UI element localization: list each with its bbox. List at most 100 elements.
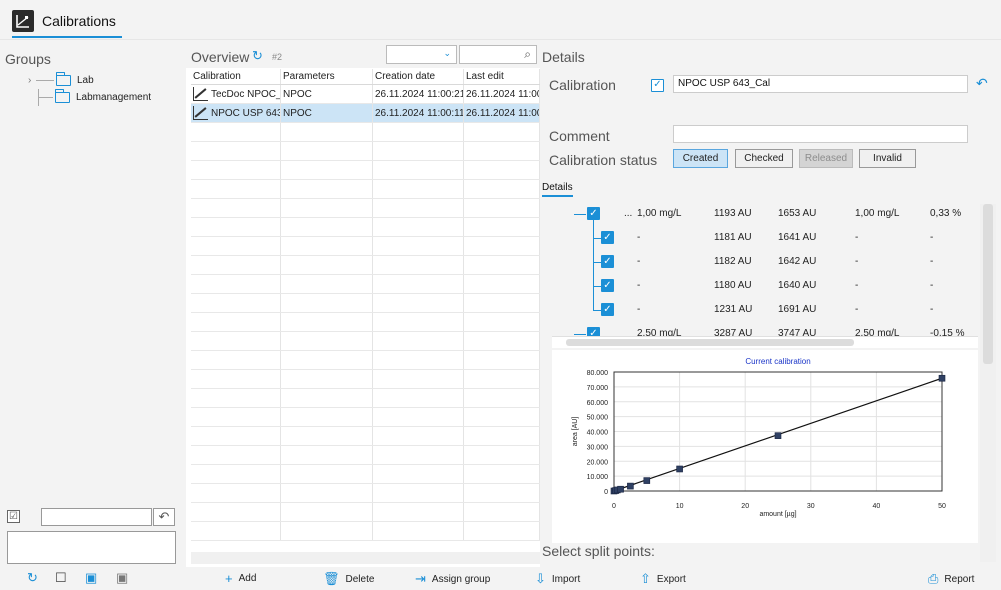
empty-row xyxy=(191,351,540,370)
data-point xyxy=(938,374,946,382)
table-row-selected[interactable]: NPOC USP 643... NPOC 26.11.2024 11:00:11… xyxy=(191,104,540,123)
group-checkbox[interactable]: ☑ xyxy=(7,510,20,523)
details-cell: 1641 AU xyxy=(778,232,817,243)
empty-cell xyxy=(373,180,464,198)
table-header: Calibration Parameters Creation date Las… xyxy=(191,69,540,85)
import-button[interactable]: ⇩ Import xyxy=(535,571,580,587)
empty-cell xyxy=(191,275,281,293)
details-cell: - xyxy=(855,232,859,243)
delete-button[interactable]: 🗑 Delete xyxy=(323,571,374,587)
import-icon: ⇩ xyxy=(535,571,546,586)
calibration-name-field[interactable]: NPOC USP 643_Cal xyxy=(673,75,968,93)
empty-cell xyxy=(464,465,540,483)
empty-cell xyxy=(191,389,281,407)
chevron-right-icon[interactable]: › xyxy=(28,75,36,86)
scroll-thumb[interactable] xyxy=(566,339,854,346)
empty-cell xyxy=(464,161,540,179)
refresh-icon[interactable]: ↻ xyxy=(252,48,263,64)
details-cell: ... xyxy=(624,208,633,219)
empty-row xyxy=(191,142,540,161)
scroll-thumb[interactable] xyxy=(983,204,993,364)
tree-item-lab[interactable]: › Lab xyxy=(28,72,151,89)
details-cell: 1181 AU xyxy=(714,232,752,243)
calibration-checkbox[interactable]: ✓ xyxy=(651,79,664,92)
x-tick-label: 20 xyxy=(741,503,749,510)
export-icon: ⇧ xyxy=(640,571,651,586)
row-checkbox[interactable]: ✓ xyxy=(601,255,614,268)
calibration-table: Calibration Parameters Creation date Las… xyxy=(191,69,540,547)
trash-icon: 🗑 xyxy=(323,571,340,586)
status-invalid-button[interactable]: Invalid xyxy=(859,149,916,168)
square-icon[interactable]: ☐ xyxy=(55,570,67,586)
y-axis-label: area [AU] xyxy=(572,417,579,447)
column-header-parameters[interactable]: Parameters xyxy=(281,69,373,84)
empty-cell xyxy=(373,256,464,274)
details-row[interactable]: ✓... 1,00 mg/L 1193 AU 1653 AU 1,00 mg/L 0,33… xyxy=(552,202,978,226)
column-header-last-edit[interactable]: Last edit xyxy=(464,69,540,84)
details-row[interactable]: ✓ - 1182 AU 1642 AU - - xyxy=(552,250,978,274)
tree-connector xyxy=(593,310,601,311)
details-vertical-scrollbar[interactable] xyxy=(980,204,996,562)
tab-details[interactable]: Details xyxy=(542,182,573,197)
tab-calibrations[interactable]: Calibrations xyxy=(12,6,122,38)
empty-cell xyxy=(464,313,540,331)
add-folder-icon[interactable]: ▣ xyxy=(85,570,97,586)
empty-row xyxy=(191,408,540,427)
empty-row xyxy=(191,218,540,237)
group-description-input[interactable] xyxy=(7,531,176,564)
cell-parameters: NPOC xyxy=(281,104,373,122)
row-checkbox[interactable]: ✓ xyxy=(601,231,614,244)
horizontal-scrollbar[interactable] xyxy=(191,552,540,564)
empty-cell xyxy=(464,142,540,160)
status-created-button[interactable]: Created xyxy=(673,149,728,168)
calibration-chart: Current calibration 0 10 20 30 40 50 0 10.000 20.… xyxy=(552,350,978,543)
comment-field[interactable] xyxy=(673,125,968,143)
tree-connector xyxy=(39,97,53,98)
empty-cell xyxy=(464,199,540,217)
empty-row xyxy=(191,180,540,199)
undo-icon[interactable]: ↶ xyxy=(976,75,988,92)
empty-cell xyxy=(281,332,373,350)
export-button[interactable]: ⇧ Export xyxy=(640,571,686,587)
filter-dropdown[interactable]: ⌄ xyxy=(386,45,457,64)
title-bar: Calibrations xyxy=(0,0,1001,40)
row-checkbox[interactable]: ✓ xyxy=(601,279,614,292)
folder-settings-icon[interactable]: ▣ xyxy=(116,570,128,586)
x-tick-label: 50 xyxy=(938,503,946,510)
cell-calibration: NPOC USP 643... xyxy=(191,104,281,122)
details-cell: 1182 AU xyxy=(714,256,752,267)
group-name-input[interactable] xyxy=(41,508,152,526)
search-input[interactable]: ⌕ xyxy=(459,45,537,64)
empty-cell xyxy=(191,237,281,255)
details-horizontal-scrollbar[interactable] xyxy=(552,336,978,348)
details-row[interactable]: ✓ - 1231 AU 1691 AU - - xyxy=(552,298,978,322)
tree-item-labmanagement[interactable]: Labmanagement xyxy=(38,89,151,106)
add-button[interactable]: + Add xyxy=(225,571,256,586)
cell-last-edit: 26.11.2024 11:00: xyxy=(464,104,540,122)
column-header-calibration[interactable]: Calibration xyxy=(191,69,281,84)
empty-cell xyxy=(373,161,464,179)
empty-cell xyxy=(373,389,464,407)
empty-cell xyxy=(191,351,281,369)
cell-parameters: NPOC xyxy=(281,85,373,103)
undo-icon[interactable]: ↶ xyxy=(153,508,175,526)
details-cell: 0,33 % xyxy=(930,208,962,219)
empty-cell xyxy=(373,142,464,160)
empty-cell xyxy=(191,180,281,198)
details-tree-table: ✓... 1,00 mg/L 1193 AU 1653 AU 1,00 mg/L 0,33… xyxy=(552,199,978,349)
data-point xyxy=(627,482,634,490)
column-header-creation-date[interactable]: Creation date xyxy=(373,69,464,84)
x-axis-label: amount [µg] xyxy=(759,511,796,518)
refresh-icon[interactable]: ↻ xyxy=(27,570,38,586)
bottom-toolbar: ↻ ☐ ▣ ▣ + Add 🗑 Delete ⇥ Assign group ⇩ … xyxy=(0,567,1001,590)
details-heading: Details xyxy=(542,49,585,65)
row-checkbox[interactable]: ✓ xyxy=(601,303,614,316)
details-row[interactable]: ✓ - 1181 AU 1641 AU - - xyxy=(552,226,978,250)
details-row[interactable]: ✓ - 1180 AU 1640 AU - - xyxy=(552,274,978,298)
table-row[interactable]: TecDoc NPOC_... NPOC 26.11.2024 11:00:21… xyxy=(191,85,540,104)
printer-icon: ⎙ xyxy=(928,571,939,586)
report-button[interactable]: ⎙ Report xyxy=(928,571,974,587)
status-checked-button[interactable]: Checked xyxy=(735,149,793,168)
empty-cell xyxy=(191,522,281,540)
assign-group-button[interactable]: ⇥ Assign group xyxy=(415,571,490,587)
